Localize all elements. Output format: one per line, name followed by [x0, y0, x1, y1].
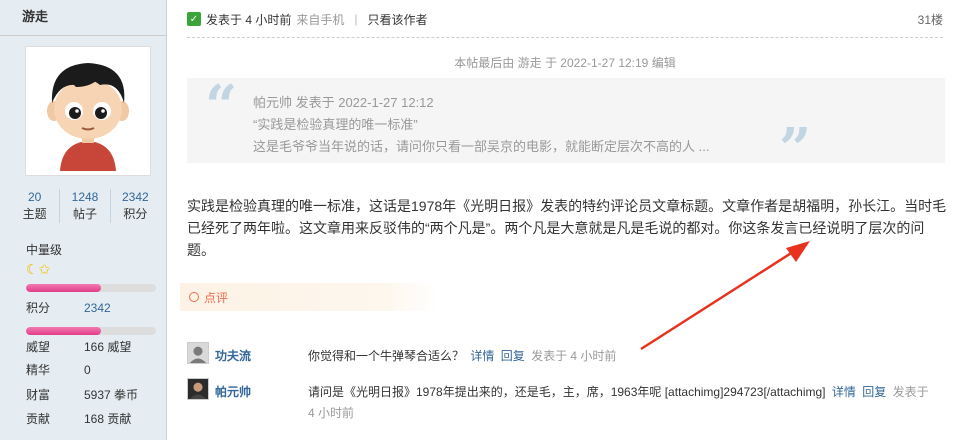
- quote-block: “ ” 帕元帅 发表于 2022-1-27 12:12 “实践是检验真理的唯一标…: [187, 73, 945, 177]
- user-level[interactable]: 中量级: [26, 241, 62, 258]
- comment-time: 发表于 4 小时前: [531, 349, 617, 363]
- stat-points-label: 积分: [123, 207, 148, 221]
- author-avatar[interactable]: [25, 46, 151, 176]
- comment-body: 请问是《光明日报》1978年提出来的，还是毛，主，席，1963年呢 [attac…: [308, 382, 938, 424]
- level-progress-fill: [26, 284, 102, 292]
- quote-line-1: “实践是检验真理的唯一标准”: [253, 117, 418, 132]
- header-divider: [187, 37, 943, 38]
- post-source: 来自手机: [296, 12, 345, 27]
- comment-body: 你觉得和一个牛弹琴合适么？ 详情 回复 发表于 4 小时前: [308, 346, 938, 367]
- quote-line-2: 这是毛爷爷当年说的话，请问你只看一部吴京的电影，就能断定层次不高的人 ...: [253, 139, 710, 154]
- post-content: 实践是检验真理的唯一标准，这话是1978年《光明日报》发表的特约评论员文章标题。…: [187, 198, 947, 258]
- edit-note: 本帖最后由 游走 于 2022-1-27 12:19 编辑: [454, 56, 676, 70]
- comment-reply-link[interactable]: 回复: [501, 349, 525, 363]
- floor-number[interactable]: 31楼: [918, 11, 943, 28]
- points-key: 积分: [26, 301, 51, 315]
- author-sidebar: 游走 20 主题 1248 帖子 2342 积分 中量级 ☾✩ 积分 2342 …: [0, 0, 167, 440]
- comment-detail-link[interactable]: 详情: [832, 385, 856, 399]
- stat-posts[interactable]: 1248 帖子: [59, 189, 109, 223]
- author-stats: 20 主题 1248 帖子 2342 积分: [10, 189, 160, 223]
- user-avatar-icon: [188, 343, 208, 363]
- wealth-key: 财富: [26, 388, 51, 402]
- comment-section-label: 点评: [204, 291, 229, 305]
- post-header: ✓ 发表于 4 小时前 来自手机 | 只看该作者 31楼: [187, 9, 943, 29]
- prestige-row: 威望 166 威望: [26, 339, 166, 355]
- commenter-avatar[interactable]: [187, 342, 209, 364]
- only-author-link[interactable]: 只看该作者: [367, 11, 427, 28]
- arrow-shaft: [640, 248, 797, 351]
- wealth-row: 财富 5937 拳币: [26, 387, 166, 403]
- points-row: 积分 2342: [26, 300, 166, 316]
- online-status-icon: ✓: [187, 12, 201, 26]
- level-badges: ☾✩: [26, 262, 50, 276]
- comment-circle-icon: [189, 292, 199, 302]
- wealth-value: 5937 拳币: [84, 388, 139, 402]
- digest-value: 0: [84, 363, 91, 377]
- stat-threads-value[interactable]: 20: [10, 189, 59, 205]
- points-progress-fill: [26, 327, 102, 335]
- stat-posts-label: 帖子: [72, 207, 97, 221]
- star-icon: ✩: [38, 261, 51, 277]
- prestige-value: 166 威望: [84, 340, 132, 354]
- cartoon-boy-avatar-icon: [30, 51, 146, 171]
- user-avatar-icon: [188, 379, 208, 399]
- stat-threads-label: 主题: [22, 207, 47, 221]
- comment-text: 请问是《光明日报》1978年提出来的，还是毛，主，席，1963年呢 [attac…: [308, 385, 826, 399]
- points-progress-bar: [26, 327, 156, 335]
- commenter-name[interactable]: 帕元帅: [215, 383, 251, 400]
- stat-points[interactable]: 2342 积分: [109, 189, 160, 223]
- contribution-value: 168 贡献: [84, 412, 132, 426]
- commenter-name[interactable]: 功夫流: [215, 347, 251, 364]
- stat-threads[interactable]: 20 主题: [10, 189, 59, 223]
- contribution-key: 贡献: [26, 412, 51, 426]
- quote-author-line: 帕元帅 发表于 2022-1-27 12:12: [253, 95, 434, 110]
- digest-row: 精华 0: [26, 362, 166, 378]
- author-username[interactable]: 游走: [0, 0, 166, 36]
- comment-section-header: 点评: [180, 283, 438, 311]
- prestige-key: 威望: [26, 340, 51, 354]
- close-quote-icon: ”: [779, 116, 812, 182]
- moon-icon: ☾: [26, 261, 39, 277]
- comment-text: 你觉得和一个牛弹琴合适么？: [308, 349, 465, 363]
- comment-reply-link[interactable]: 回复: [862, 385, 886, 399]
- post-time: 发表于 4 小时前: [206, 12, 292, 27]
- comment-detail-link[interactable]: 详情: [470, 349, 494, 363]
- stat-points-value[interactable]: 2342: [111, 189, 160, 205]
- contribution-row: 贡献 168 贡献: [26, 411, 166, 427]
- stat-posts-value[interactable]: 1248: [60, 189, 109, 205]
- commenter-avatar[interactable]: [187, 378, 209, 400]
- digest-key: 精华: [26, 363, 51, 377]
- open-quote-icon: “: [205, 73, 238, 139]
- level-progress-bar: [26, 284, 156, 292]
- points-value[interactable]: 2342: [84, 301, 111, 315]
- header-separator: |: [354, 12, 358, 26]
